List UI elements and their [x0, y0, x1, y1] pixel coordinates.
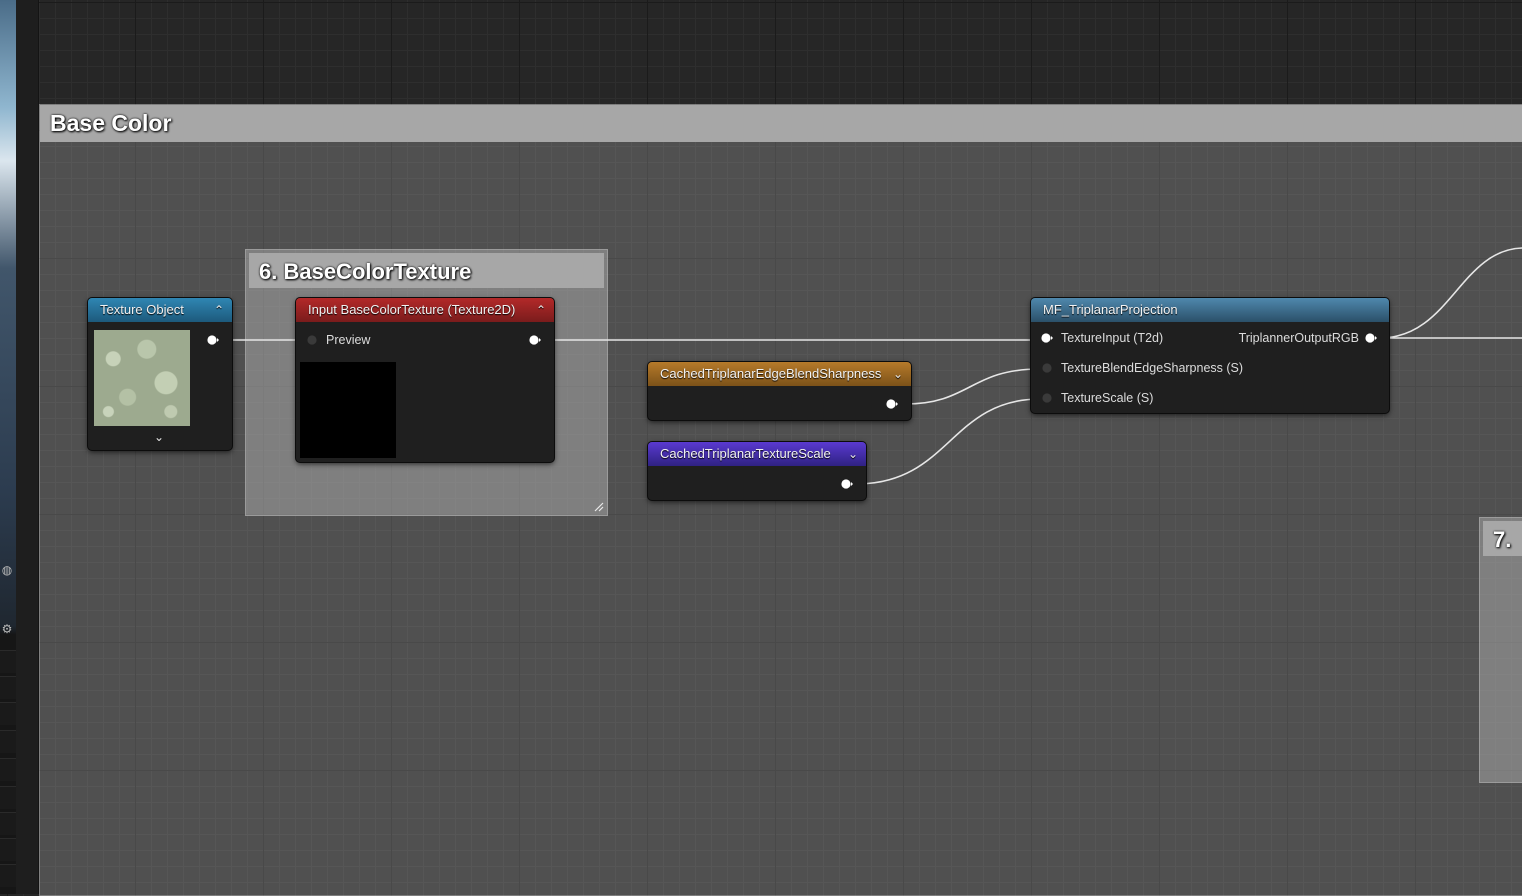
pin-disconnected-icon[interactable]: [1041, 362, 1053, 374]
texture-thumbnail: [94, 330, 190, 426]
node-texture-scale-header[interactable]: CachedTriplanarTextureScale ⌄: [648, 442, 866, 466]
node-texture-object-title: Texture Object: [100, 302, 184, 317]
node-edge-blend-sharpness[interactable]: CachedTriplanarEdgeBlendSharpness ⌄: [648, 362, 911, 420]
panel-row[interactable]: [0, 838, 16, 861]
gear-icon[interactable]: ⚙: [0, 622, 14, 636]
pin-connected-icon[interactable]: [1365, 332, 1377, 344]
pin-connected-icon[interactable]: [529, 334, 541, 346]
realtime-sphere-icon[interactable]: ◍: [0, 563, 14, 577]
node-input-basecolortexture[interactable]: Input BaseColorTexture (Texture2D) ⌃ Pre…: [296, 298, 554, 462]
node-texture-object[interactable]: Texture Object ⌃ ⌄: [88, 298, 232, 450]
expand-chevron-icon[interactable]: ⌄: [893, 362, 903, 386]
node-triplanar-projection-header[interactable]: MF_TriplanarProjection: [1031, 298, 1389, 322]
pin-disconnected-icon[interactable]: [1041, 392, 1053, 404]
preview-pin-label: Preview: [326, 333, 371, 347]
panel-row[interactable]: [0, 812, 16, 835]
panel-row[interactable]: [0, 650, 16, 673]
input-pin-sharpness-label: TextureBlendEdgeSharpness (S): [1061, 361, 1244, 375]
left-panel-strip: ◍ ⚙: [0, 0, 16, 894]
node-input-basecolortexture-header[interactable]: Input BaseColorTexture (Texture2D) ⌃: [296, 298, 554, 322]
panel-row[interactable]: [0, 786, 16, 809]
node-edge-blend-sharpness-title: CachedTriplanarEdgeBlendSharpness: [660, 366, 882, 381]
node-texture-scale[interactable]: CachedTriplanarTextureScale ⌄: [648, 442, 866, 500]
expand-chevron-icon[interactable]: ⌄: [848, 442, 858, 466]
graph-gutter: [16, 0, 39, 894]
output-pin-rgb-label: TriplannerOutputRGB: [1238, 331, 1359, 345]
collapse-chevron-icon[interactable]: ⌃: [536, 298, 546, 322]
node-input-basecolortexture-title: Input BaseColorTexture (Texture2D): [308, 302, 516, 317]
panel-row[interactable]: [0, 702, 16, 725]
panel-row[interactable]: [0, 864, 16, 887]
collapse-chevron-icon[interactable]: ⌃: [214, 298, 224, 322]
node-texture-scale-title: CachedTriplanarTextureScale: [660, 446, 831, 461]
texture-preview: [300, 362, 396, 458]
node-triplanar-projection-title: MF_TriplanarProjection: [1043, 302, 1178, 317]
pin-connected-icon[interactable]: [207, 334, 219, 346]
panel-row[interactable]: [0, 676, 16, 699]
pin-connected-icon[interactable]: [1041, 332, 1053, 344]
panel-row[interactable]: [0, 730, 16, 753]
panel-row[interactable]: [0, 758, 16, 781]
node-triplanar-projection[interactable]: MF_TriplanarProjection TextureInput (T2d…: [1031, 298, 1389, 413]
expand-chevron-icon[interactable]: ⌄: [154, 430, 164, 444]
input-pin-texture-label: TextureInput (T2d): [1061, 331, 1164, 345]
node-edge-blend-sharpness-header[interactable]: CachedTriplanarEdgeBlendSharpness ⌄: [648, 362, 911, 386]
pin-connected-icon[interactable]: [841, 478, 853, 490]
node-texture-object-header[interactable]: Texture Object ⌃: [88, 298, 232, 322]
pin-disconnected-icon[interactable]: [306, 334, 318, 346]
pin-connected-icon[interactable]: [886, 398, 898, 410]
input-pin-scale-label: TextureScale (S): [1061, 391, 1154, 405]
